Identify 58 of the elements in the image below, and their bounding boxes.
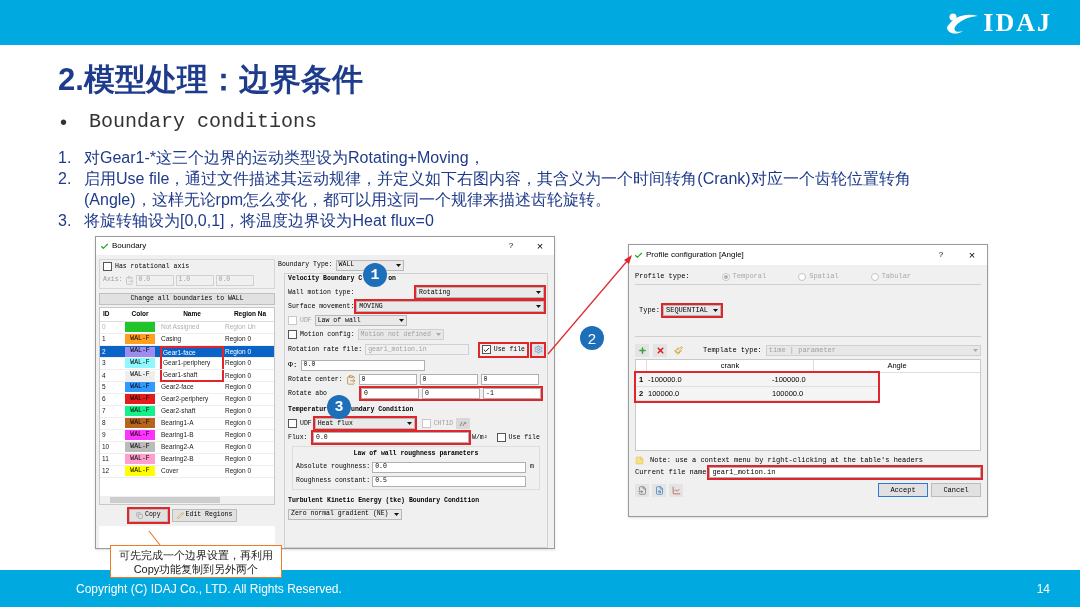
list-number: 2. [58,169,73,189]
leader-line [148,530,162,546]
import-button[interactable] [635,483,649,497]
add-button[interactable] [635,343,649,357]
list-number: 3. [58,211,73,231]
paste-icon[interactable] [345,374,356,385]
check-icon [634,250,643,260]
file-search-icon [654,485,664,495]
scrollbar[interactable] [100,495,274,504]
preview-button[interactable] [652,483,666,497]
list-text: 将旋转轴设为[0,0,1]，将温度边界设为Heat flux=0 [84,211,435,231]
caret-icon [973,348,978,352]
caret-icon [713,309,718,312]
number-marker: 3 [327,395,351,419]
caret-icon [536,305,541,308]
gear-icon [533,345,543,354]
caret-icon [406,422,412,425]
page-number: 14 [1036,580,1050,598]
number-marker: 1 [363,263,388,287]
caret-icon [394,512,399,516]
check-icon [100,241,109,251]
brush-icon [673,345,683,355]
logo-text: IDAJ [983,7,1052,39]
field-label: Φ: [288,359,298,371]
help-button[interactable]: ? [933,249,949,261]
bullet-marker: • [60,110,67,135]
caret-icon [395,263,401,267]
chart-button[interactable] [669,483,683,497]
list-number: 1. [58,148,73,168]
formula-icon [459,420,468,427]
formula-button[interactable] [456,418,471,429]
paste-icon[interactable] [124,275,134,285]
note-icon [635,455,644,465]
close-button[interactable]: × [530,237,550,255]
caret-icon [435,333,441,336]
clear-button[interactable] [671,343,685,357]
list-text: 启用Use file，通过文件描述其运动规律，并定义如下右图内容，其含义为一个时间转角(Crank)对应一个齿轮位置转角(Angle)，这样无论rpm怎么变化，都可以用这同一个规律来描述齿轮旋转。 [84,169,912,210]
close-button[interactable]: × [962,246,982,264]
delete-icon [655,345,665,355]
file-import-icon [637,485,647,495]
copy-icon [136,511,143,519]
window-title: Boundary [112,240,147,252]
pencil-icon [176,511,184,519]
settings-button[interactable] [532,343,544,356]
check-icon [482,345,490,354]
caret-icon [398,319,404,322]
caret-icon [536,291,541,294]
chart-icon [671,485,681,495]
plus-icon [637,345,647,355]
help-button[interactable]: ? [503,240,519,252]
list-text: 对Gear1-*这三个边界的运动类型设为Rotating+Moving， [84,148,486,168]
note-tooltip: 可先完成一个边界设置，再利用Copy功能复制到另外两个 [110,545,282,578]
bullet-text: Boundary conditions [89,109,318,135]
slide-title: 2.模型处理：边界条件 [58,61,364,99]
window-title: Profile configuration [Angle] [646,249,744,261]
number-marker: 2 [580,326,604,350]
copyright-text: Copyright (C) IDAJ Co., LTD. All Rights Reserved. [76,580,342,598]
delete-button[interactable] [653,343,667,357]
